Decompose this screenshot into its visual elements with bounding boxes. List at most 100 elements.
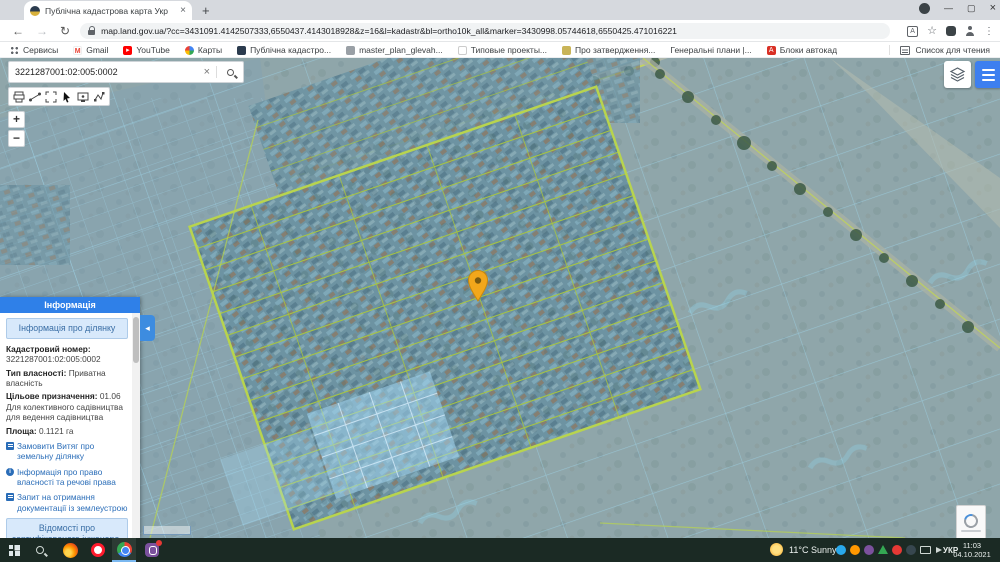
browser-window: Публічна кадастрова карта Укр × + — ▢ × …: [0, 0, 1000, 562]
bookmarks-bar: Сервисы M Gmail ▸ YouTube Карты Публічна к…: [0, 43, 1000, 58]
bookmark-autocad-blocks[interactable]: A Блоки автокад: [766, 45, 837, 55]
start-button[interactable]: [2, 538, 26, 562]
link-ownership-info[interactable]: i Інформація про право власності та речов…: [6, 467, 128, 488]
maximize-button[interactable]: ▢: [967, 3, 976, 14]
profile-icon[interactable]: [965, 26, 975, 36]
search-button[interactable]: [217, 68, 243, 76]
apps-grid-icon: [10, 45, 19, 55]
bookmark-general-plans[interactable]: Генеральні плани |...: [670, 45, 751, 55]
layers-button[interactable]: [944, 61, 971, 88]
tray-dark-app-icon[interactable]: [906, 545, 916, 555]
map-viewport[interactable]: × + − Інформація Інформація про: [0, 58, 1000, 538]
link-land-docs-request[interactable]: Запит на отримання документації із земле…: [6, 492, 128, 513]
tab-strip: Публічна кадастрова карта Укр × + — ▢ ×: [0, 0, 1000, 20]
panel-collapse-button[interactable]: ◂: [140, 315, 155, 341]
print-button[interactable]: [12, 89, 26, 104]
weather-sun-icon[interactable]: [770, 543, 783, 556]
windows-logo-icon: [8, 544, 20, 556]
time-text: 11:03: [962, 541, 982, 550]
measure-button[interactable]: [28, 89, 42, 104]
bookmark-typical-projects[interactable]: Типовые проекты...: [457, 45, 547, 55]
network-display-icon[interactable]: [920, 546, 931, 554]
bookmark-cadastral-map[interactable]: Публічна кадастро...: [237, 45, 331, 55]
taskbar-chrome-active[interactable]: [112, 538, 136, 562]
identify-button[interactable]: [76, 89, 90, 104]
bookmark-youtube[interactable]: ▸ YouTube: [123, 45, 170, 55]
refresh-button[interactable]: ↻: [60, 24, 70, 38]
layers-icon: [949, 67, 966, 82]
extension-icon[interactable]: [946, 26, 956, 36]
site-favicon-icon: [30, 5, 40, 16]
section-engineer-info: Відомості про сертифікованого інженера-з…: [6, 518, 128, 538]
menu-button[interactable]: [975, 61, 1000, 88]
map-toolbar: [8, 87, 110, 106]
minimize-button[interactable]: —: [944, 3, 953, 13]
profile-theme-icon[interactable]: [919, 2, 931, 14]
date-text: 04.10.2021: [953, 550, 991, 559]
autocad-icon: A: [766, 45, 776, 55]
opera-icon: [91, 543, 105, 557]
reading-list-icon: [900, 45, 911, 55]
menu-dots-icon[interactable]: ⋮: [984, 26, 994, 37]
document-icon: [6, 493, 14, 502]
chrome-icon: [116, 541, 132, 557]
taskbar-clock[interactable]: 11:03 04.10.2021: [946, 541, 998, 559]
fullscreen-button[interactable]: [44, 89, 58, 104]
info-panel: Інформація Інформація про ділянку Кадаст…: [0, 297, 140, 538]
bookmark-approval[interactable]: Про затвердження...: [562, 45, 655, 55]
taskbar-opera[interactable]: [86, 538, 110, 562]
field-purpose: Цільове призначення: 01.06 Для колективн…: [6, 391, 123, 423]
back-button[interactable]: ←: [12, 24, 24, 38]
browser-tab[interactable]: Публічна кадастрова карта Укр ×: [24, 1, 192, 20]
recaptcha-icon: [961, 511, 981, 531]
tab-close-icon[interactable]: ×: [180, 5, 186, 16]
close-window-button[interactable]: ×: [990, 2, 996, 14]
approval-icon: [562, 45, 572, 55]
field-cadastral-number: Кадастровий номер: 3221287001:02:005:0002: [6, 343, 101, 365]
url-field[interactable]: map.land.gov.ua/?cc=3431091.4142507333,6…: [80, 22, 891, 39]
recaptcha-badge[interactable]: [956, 505, 986, 538]
maps-pin-icon: [184, 45, 194, 55]
gmail-icon: M: [73, 45, 83, 55]
tray-red-app-icon[interactable]: [892, 545, 902, 555]
padlock-icon[interactable]: [88, 25, 96, 35]
taskbar-viber[interactable]: [140, 538, 164, 562]
reading-list-button[interactable]: Список для чтения: [889, 45, 990, 55]
address-bar: ← → ↻ map.land.gov.ua/?cc=3431091.414250…: [0, 20, 1000, 42]
tray-firefox-icon[interactable]: [850, 545, 860, 555]
cadastral-search-box: ×: [8, 61, 244, 83]
scrollbar-thumb[interactable]: [133, 317, 139, 363]
search-icon: [36, 546, 44, 554]
cursor-select-button[interactable]: [60, 89, 74, 104]
info-panel-title: Інформація: [0, 297, 140, 313]
panel-scrollbar[interactable]: [132, 313, 140, 538]
bookmark-gmail[interactable]: M Gmail: [73, 45, 108, 55]
weather-text[interactable]: 11°C Sunny: [789, 545, 836, 555]
bookmark-services[interactable]: Сервисы: [10, 45, 58, 55]
new-tab-button[interactable]: +: [202, 3, 210, 18]
field-area: Площа: 0.1121 га: [6, 425, 74, 436]
route-button[interactable]: [92, 89, 106, 104]
tray-viber-icon[interactable]: [864, 545, 874, 555]
zoom-in-button[interactable]: +: [8, 111, 25, 128]
search-input[interactable]: [9, 67, 198, 77]
info-icon: i: [6, 467, 14, 476]
volume-icon[interactable]: [936, 547, 942, 553]
tray-telegram-icon[interactable]: [836, 545, 846, 555]
tray-drive-icon[interactable]: [878, 545, 888, 554]
bookmark-maps[interactable]: Карты: [184, 45, 222, 55]
section-parcel-info: Інформація про ділянку: [6, 318, 128, 339]
satellite-map: [0, 58, 1000, 538]
bookmark-star-icon[interactable]: ☆: [927, 25, 937, 37]
link-order-extract[interactable]: Замовити Витяг про земельну ділянку: [6, 441, 128, 462]
translate-icon[interactable]: A: [907, 25, 919, 37]
taskbar-firefox[interactable]: [58, 538, 82, 562]
forward-button[interactable]: →: [36, 24, 48, 38]
bookmark-master-plan[interactable]: master_plan_glevah...: [346, 45, 443, 55]
doc-icon: [457, 45, 467, 55]
hamburger-icon: [982, 68, 995, 71]
zoom-out-button[interactable]: −: [8, 130, 25, 147]
clear-search-icon[interactable]: ×: [198, 66, 217, 78]
taskbar-search-button[interactable]: [28, 538, 52, 562]
plan-icon: [346, 45, 356, 55]
